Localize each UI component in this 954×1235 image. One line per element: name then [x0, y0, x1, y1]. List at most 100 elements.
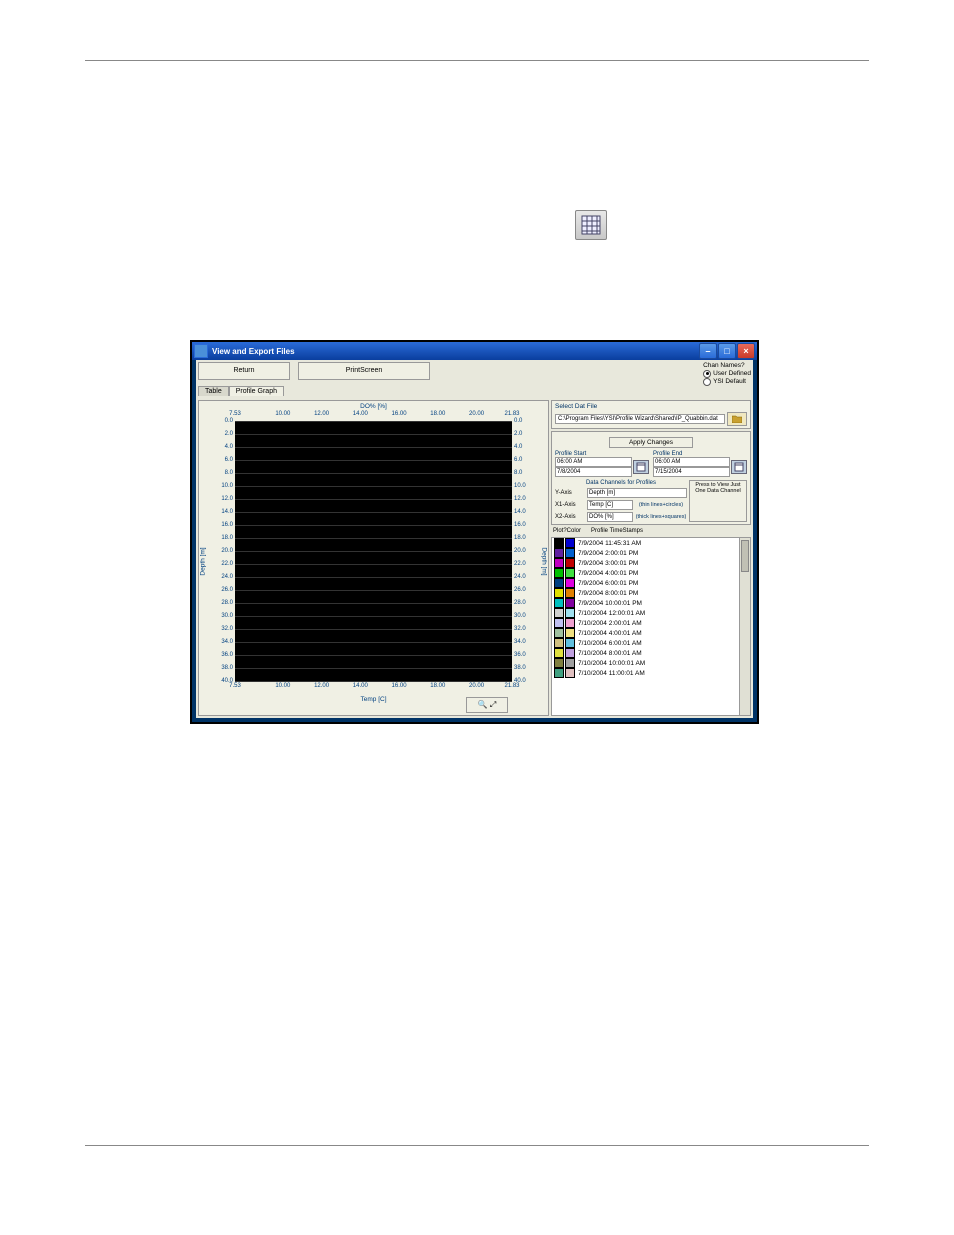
color-swatch[interactable] [565, 638, 575, 648]
color-swatch[interactable] [565, 608, 575, 618]
y-tick: 18.0 [514, 535, 526, 541]
timestamp-row[interactable]: 7/9/2004 4:00:01 PM [552, 568, 750, 578]
y-axis-label: Y-Axis [555, 490, 585, 496]
y-tick: 34.0 [221, 639, 233, 645]
select-dat-label: Select Dat File [555, 403, 747, 410]
press-view-button[interactable]: Press to View Just One Data Channel [689, 480, 747, 522]
timestamp-row[interactable]: 7/10/2004 6:00:01 AM [552, 638, 750, 648]
radio-ysi-default[interactable] [703, 378, 711, 386]
y-tick: 38.0 [221, 665, 233, 671]
y-tick: 24.0 [221, 574, 233, 580]
printscreen-button[interactable]: PrintScreen [298, 362, 430, 380]
apply-changes-button[interactable]: Apply Changes [609, 437, 693, 448]
timestamp-row[interactable]: 7/9/2004 6:00:01 PM [552, 578, 750, 588]
timestamp-row[interactable]: 7/9/2004 2:00:01 PM [552, 548, 750, 558]
page-divider-bottom [85, 1145, 869, 1146]
end-date-field[interactable]: 7/15/2004 [653, 467, 730, 477]
x1-hint: (thin lines+circles) [635, 502, 687, 508]
y-tick: 32.0 [514, 626, 526, 632]
color-swatch[interactable] [565, 548, 575, 558]
timestamp-row[interactable]: 7/9/2004 8:00:01 PM [552, 588, 750, 598]
timestamp-text: 7/9/2004 11:45:31 AM [578, 540, 641, 547]
color-swatch[interactable] [554, 648, 564, 658]
color-swatch[interactable] [554, 638, 564, 648]
x2-axis-select[interactable]: DO% [%] [587, 512, 633, 522]
color-swatch[interactable] [554, 668, 564, 678]
close-button[interactable]: × [737, 343, 755, 359]
radio-user-defined[interactable] [703, 370, 711, 378]
start-time-field[interactable]: 06:00 AM [555, 457, 632, 467]
timestamp-list[interactable]: 7/9/2004 11:45:31 AM7/9/2004 2:00:01 PM7… [551, 537, 751, 716]
color-swatch[interactable] [565, 588, 575, 598]
color-swatch[interactable] [554, 548, 564, 558]
color-swatch[interactable] [554, 538, 564, 548]
color-swatch[interactable] [554, 608, 564, 618]
y-tick: 18.0 [221, 535, 233, 541]
y-tick: 0.0 [514, 418, 522, 424]
x-tick: 18.00 [430, 683, 445, 689]
color-swatch[interactable] [565, 648, 575, 658]
y-axis-select[interactable]: Depth [m] [587, 488, 687, 498]
right-axis-label: Depth [m] [540, 547, 547, 575]
timestamp-text: 7/10/2004 10:00:01 AM [578, 660, 645, 667]
timestamp-row[interactable]: 7/10/2004 8:00:01 AM [552, 648, 750, 658]
color-swatch[interactable] [554, 658, 564, 668]
color-swatch[interactable] [565, 668, 575, 678]
maximize-button[interactable]: □ [718, 343, 736, 359]
app-icon [194, 344, 208, 358]
chart-plot-area[interactable] [235, 421, 512, 681]
timestamp-text: 7/9/2004 8:00:01 PM [578, 590, 638, 597]
y-tick: 22.0 [514, 561, 526, 567]
y-tick: 6.0 [514, 457, 522, 463]
x-tick: 12.00 [314, 411, 329, 417]
plot-color-header: Plot?Color [553, 528, 591, 534]
color-swatch[interactable] [565, 578, 575, 588]
timestamp-row[interactable]: 7/10/2004 4:00:01 AM [552, 628, 750, 638]
color-swatch[interactable] [565, 538, 575, 548]
y-tick: 30.0 [221, 613, 233, 619]
timestamp-row[interactable]: 7/10/2004 11:00:01 AM [552, 668, 750, 678]
color-swatch[interactable] [565, 658, 575, 668]
start-calendar-button[interactable] [633, 460, 649, 474]
titlebar[interactable]: View and Export Files – □ × [192, 342, 757, 360]
color-swatch[interactable] [554, 628, 564, 638]
return-button[interactable]: Return [198, 362, 290, 380]
x-tick: 20.00 [469, 411, 484, 417]
color-swatch[interactable] [565, 618, 575, 628]
color-swatch[interactable] [554, 558, 564, 568]
x-tick: 14.00 [353, 683, 368, 689]
profile-options-group: Apply Changes Profile Start 06:00 AM 7/8… [551, 431, 751, 525]
color-swatch[interactable] [554, 598, 564, 608]
scrollbar[interactable] [739, 538, 750, 715]
end-calendar-button[interactable] [731, 460, 747, 474]
zoom-control[interactable]: 🔍 ⤢ [466, 697, 508, 713]
minimize-button[interactable]: – [699, 343, 717, 359]
y-tick: 34.0 [514, 639, 526, 645]
color-swatch[interactable] [554, 618, 564, 628]
file-path-field[interactable]: C:\Program Files\YSI\Profile Wizard\Shar… [555, 414, 725, 424]
tab-profile-graph[interactable]: Profile Graph [229, 386, 284, 396]
scrollbar-thumb[interactable] [741, 540, 749, 572]
x1-axis-select[interactable]: Temp [C] [587, 500, 633, 510]
profile-graph-panel: DO% [%] Temp [C] Depth [m] Depth [m] 7.5… [198, 400, 549, 716]
color-swatch[interactable] [565, 558, 575, 568]
color-swatch[interactable] [554, 568, 564, 578]
y-tick: 14.0 [221, 509, 233, 515]
timestamp-row[interactable]: 7/9/2004 10:00:01 PM [552, 598, 750, 608]
color-swatch[interactable] [554, 578, 564, 588]
color-swatch[interactable] [565, 598, 575, 608]
y-tick: 16.0 [221, 522, 233, 528]
timestamp-row[interactable]: 7/10/2004 12:00:01 AM [552, 608, 750, 618]
end-time-field[interactable]: 06:00 AM [653, 457, 730, 467]
timestamp-row[interactable]: 7/9/2004 11:45:31 AM [552, 538, 750, 548]
y-tick: 26.0 [514, 587, 526, 593]
color-swatch[interactable] [565, 628, 575, 638]
browse-button[interactable] [727, 412, 747, 426]
timestamp-row[interactable]: 7/10/2004 2:00:01 AM [552, 618, 750, 628]
color-swatch[interactable] [565, 568, 575, 578]
tab-table[interactable]: Table [198, 386, 229, 396]
color-swatch[interactable] [554, 588, 564, 598]
timestamp-row[interactable]: 7/10/2004 10:00:01 AM [552, 658, 750, 668]
start-date-field[interactable]: 7/8/2004 [555, 467, 632, 477]
timestamp-row[interactable]: 7/9/2004 3:00:01 PM [552, 558, 750, 568]
